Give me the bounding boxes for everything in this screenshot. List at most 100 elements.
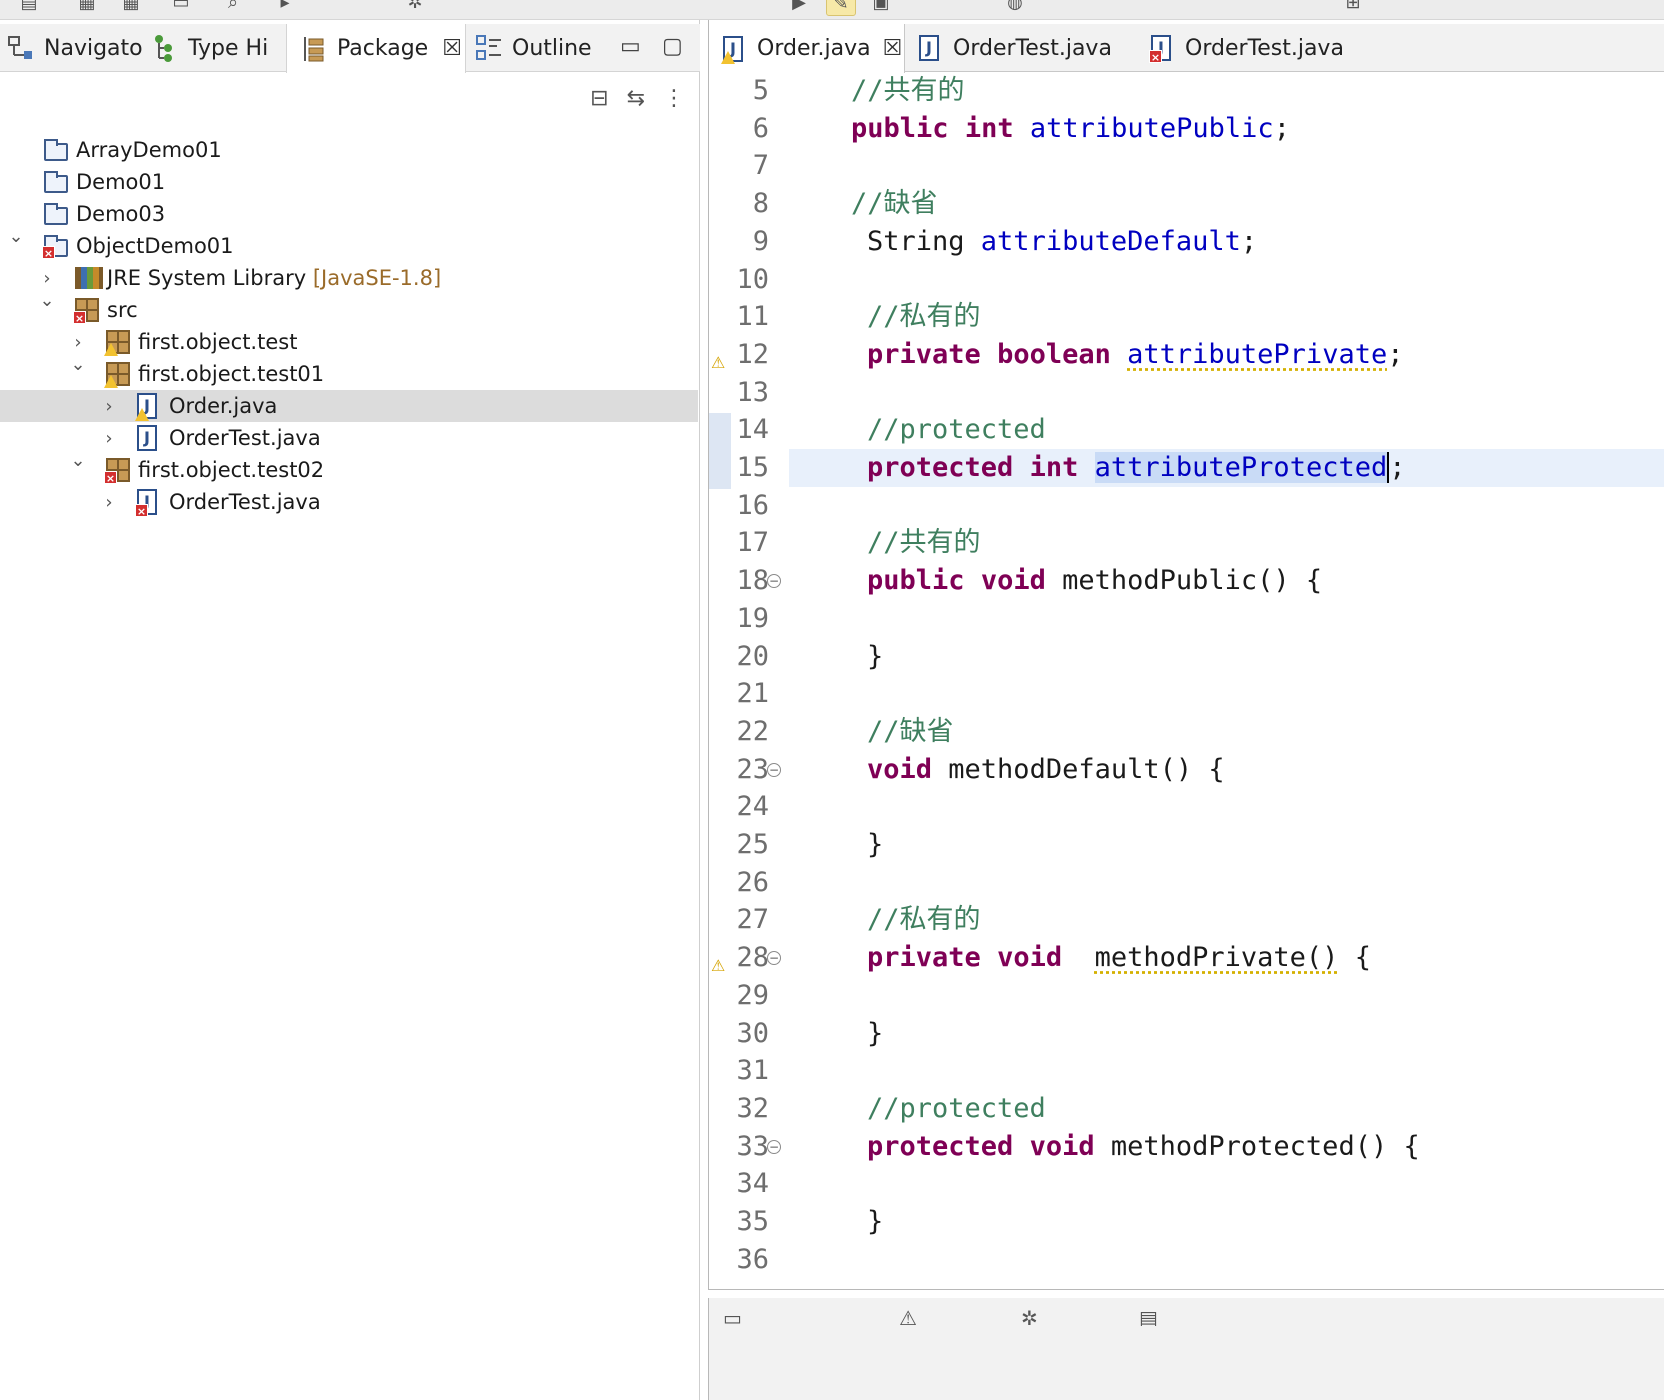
problems-icon[interactable]: ⚠ (899, 1306, 917, 1326)
chevron-right-icon[interactable]: › (99, 492, 119, 513)
code-line[interactable]: 21 (709, 675, 1664, 713)
code-line[interactable]: 18− public void methodPublic() { (709, 562, 1664, 600)
debug-shell-icon[interactable]: ✲ (1021, 1306, 1038, 1326)
run-icon[interactable]: ▶ (784, 0, 814, 16)
chevron-right-icon[interactable]: › (99, 428, 119, 449)
code-editor[interactable]: 5 //共有的 6 public int attributePublic; 7 8 //缺省… (709, 72, 1664, 1290)
console-icon[interactable]: ▭ (723, 1306, 742, 1326)
code-line[interactable]: 34 (709, 1165, 1664, 1203)
code-line[interactable]: 19 (709, 600, 1664, 638)
code-text: //共有的 (851, 72, 965, 110)
tree-item[interactable]: › J Order.java (0, 390, 698, 422)
tab-type-hierarchy[interactable]: Type Hi (150, 24, 268, 72)
chevron-right-icon[interactable]: › (37, 268, 57, 289)
code-line[interactable]: 28 ⚠ − private void methodPrivate() { (709, 939, 1664, 977)
save-icon[interactable]: ▦ (72, 0, 102, 16)
tree-item[interactable]: ⌄ × ObjectDemo01 (0, 230, 698, 262)
tree-item[interactable]: › J × OrderTest.java (0, 486, 698, 518)
code-line[interactable]: 10 (709, 261, 1664, 299)
chevron-down-icon[interactable]: ⌄ (6, 226, 26, 247)
code-line[interactable]: 33− protected void methodProtected() { (709, 1128, 1664, 1166)
tab-package-explorer[interactable]: Package ☒ (286, 24, 466, 73)
code-line[interactable]: 13 (709, 374, 1664, 412)
tab-outline[interactable]: Outline (474, 24, 592, 72)
code-line[interactable]: 14 //protected (709, 411, 1664, 449)
minimize-icon[interactable]: ▭ (620, 34, 641, 59)
java-file-icon: J (723, 36, 743, 62)
code-line[interactable]: 23− void methodDefault() { (709, 751, 1664, 789)
tree-item[interactable]: Demo03 (0, 198, 698, 230)
code-line[interactable]: 35} (709, 1203, 1664, 1241)
fold-toggle-icon[interactable]: − (767, 951, 781, 965)
code-line[interactable]: 9 String attributeDefault; (709, 223, 1664, 261)
editor-pane: J Order.java ☒ J OrderTest.java J × Order… (708, 20, 1664, 1290)
editor-tab-ordertest-java[interactable]: J OrderTest.java (919, 24, 1112, 72)
code-line[interactable]: 11 //私有的 (709, 298, 1664, 336)
open-type-icon[interactable]: ▣ (866, 0, 896, 16)
code-line[interactable]: 22 //缺省 (709, 713, 1664, 751)
tree-item[interactable]: › first.object.test (0, 326, 698, 358)
step-icon[interactable]: ▸ (270, 0, 300, 16)
maximize-icon[interactable]: ▢ (662, 34, 683, 59)
terminal-icon[interactable]: ▭ (166, 0, 196, 16)
code-line[interactable]: 24 (709, 788, 1664, 826)
collapse-all-icon[interactable]: ⊟ (590, 86, 608, 111)
coverage-icon[interactable]: ▤ (1139, 1306, 1158, 1326)
globe-icon[interactable]: ◍ (1000, 0, 1030, 16)
code-line[interactable]: 17 //共有的 (709, 524, 1664, 562)
code-text: //protected (867, 1090, 1046, 1128)
debug-icon[interactable]: ✲ (400, 0, 430, 16)
line-number: 6 (709, 110, 769, 148)
fold-toggle-icon[interactable]: − (767, 1140, 781, 1154)
folder-open-icon[interactable]: ⊞ (1338, 0, 1368, 16)
code-text: } (867, 1015, 883, 1053)
code-line[interactable]: 29 (709, 977, 1664, 1015)
chevron-right-icon[interactable]: › (99, 396, 119, 417)
code-line[interactable]: 6 public int attributePublic; (709, 110, 1664, 148)
close-icon[interactable]: ☒ (442, 36, 462, 61)
save-all-icon[interactable]: ▦ (116, 0, 146, 16)
code-line[interactable]: 26 (709, 864, 1664, 902)
search-icon[interactable]: ⌕ (218, 0, 248, 16)
code-text: protected int attributeProtected; (867, 449, 1406, 487)
tab-navigator[interactable]: Navigato (6, 24, 143, 72)
code-line[interactable]: 30} (709, 1015, 1664, 1053)
java-file-icon: J (919, 35, 939, 61)
code-line[interactable]: 32 //protected (709, 1090, 1664, 1128)
code-line[interactable]: 12 ⚠ private boolean attributePrivate; (709, 336, 1664, 374)
code-line[interactable]: 36 (709, 1241, 1664, 1279)
tree-item[interactable]: Demo01 (0, 166, 698, 198)
close-icon[interactable]: ☒ (883, 36, 903, 61)
line-number: 24 (709, 788, 769, 826)
code-line[interactable]: 5 //共有的 (709, 72, 1664, 110)
code-line[interactable]: 8 //缺省 (709, 185, 1664, 223)
highlight-icon[interactable]: ✎ (826, 0, 856, 16)
view-menu-icon[interactable]: ⋮ (663, 86, 685, 111)
code-line[interactable]: 25} (709, 826, 1664, 864)
line-number: 17 (709, 524, 769, 562)
chevron-down-icon[interactable]: ⌄ (37, 290, 57, 311)
tree-item[interactable]: › J OrderTest.java (0, 422, 698, 454)
chevron-down-icon[interactable]: ⌄ (68, 450, 88, 471)
chevron-right-icon[interactable]: › (68, 332, 88, 353)
line-number: 16 (709, 487, 769, 525)
editor-tab-order-java[interactable]: J Order.java ☒ (709, 24, 905, 73)
tree-item[interactable]: › JRE System Library [JavaSE-1.8] (0, 262, 698, 294)
code-line[interactable]: 27 //私有的 (709, 901, 1664, 939)
code-line[interactable]: 7 (709, 147, 1664, 185)
fold-toggle-icon[interactable]: − (767, 763, 781, 777)
tree-item[interactable]: ⌄ × first.object.test02 (0, 454, 698, 486)
code-line[interactable]: 31 (709, 1052, 1664, 1090)
code-line[interactable]: 20} (709, 638, 1664, 676)
new-file-icon[interactable]: ▤ (14, 0, 44, 16)
code-line[interactable]: 15 protected int attributeProtected; (789, 449, 1664, 487)
line-number: 32 (709, 1090, 769, 1128)
editor-tab-ordertest-java-error[interactable]: J × OrderTest.java (1151, 24, 1344, 72)
tree-item[interactable]: ArrayDemo01 (0, 134, 698, 166)
link-with-editor-icon[interactable]: ⇆ (627, 86, 645, 111)
tree-item[interactable]: ⌄ × src (0, 294, 698, 326)
fold-toggle-icon[interactable]: − (767, 574, 781, 588)
chevron-down-icon[interactable]: ⌄ (68, 354, 88, 375)
code-line[interactable]: 16 (709, 487, 1664, 525)
tree-item[interactable]: ⌄ first.object.test01 (0, 358, 698, 390)
